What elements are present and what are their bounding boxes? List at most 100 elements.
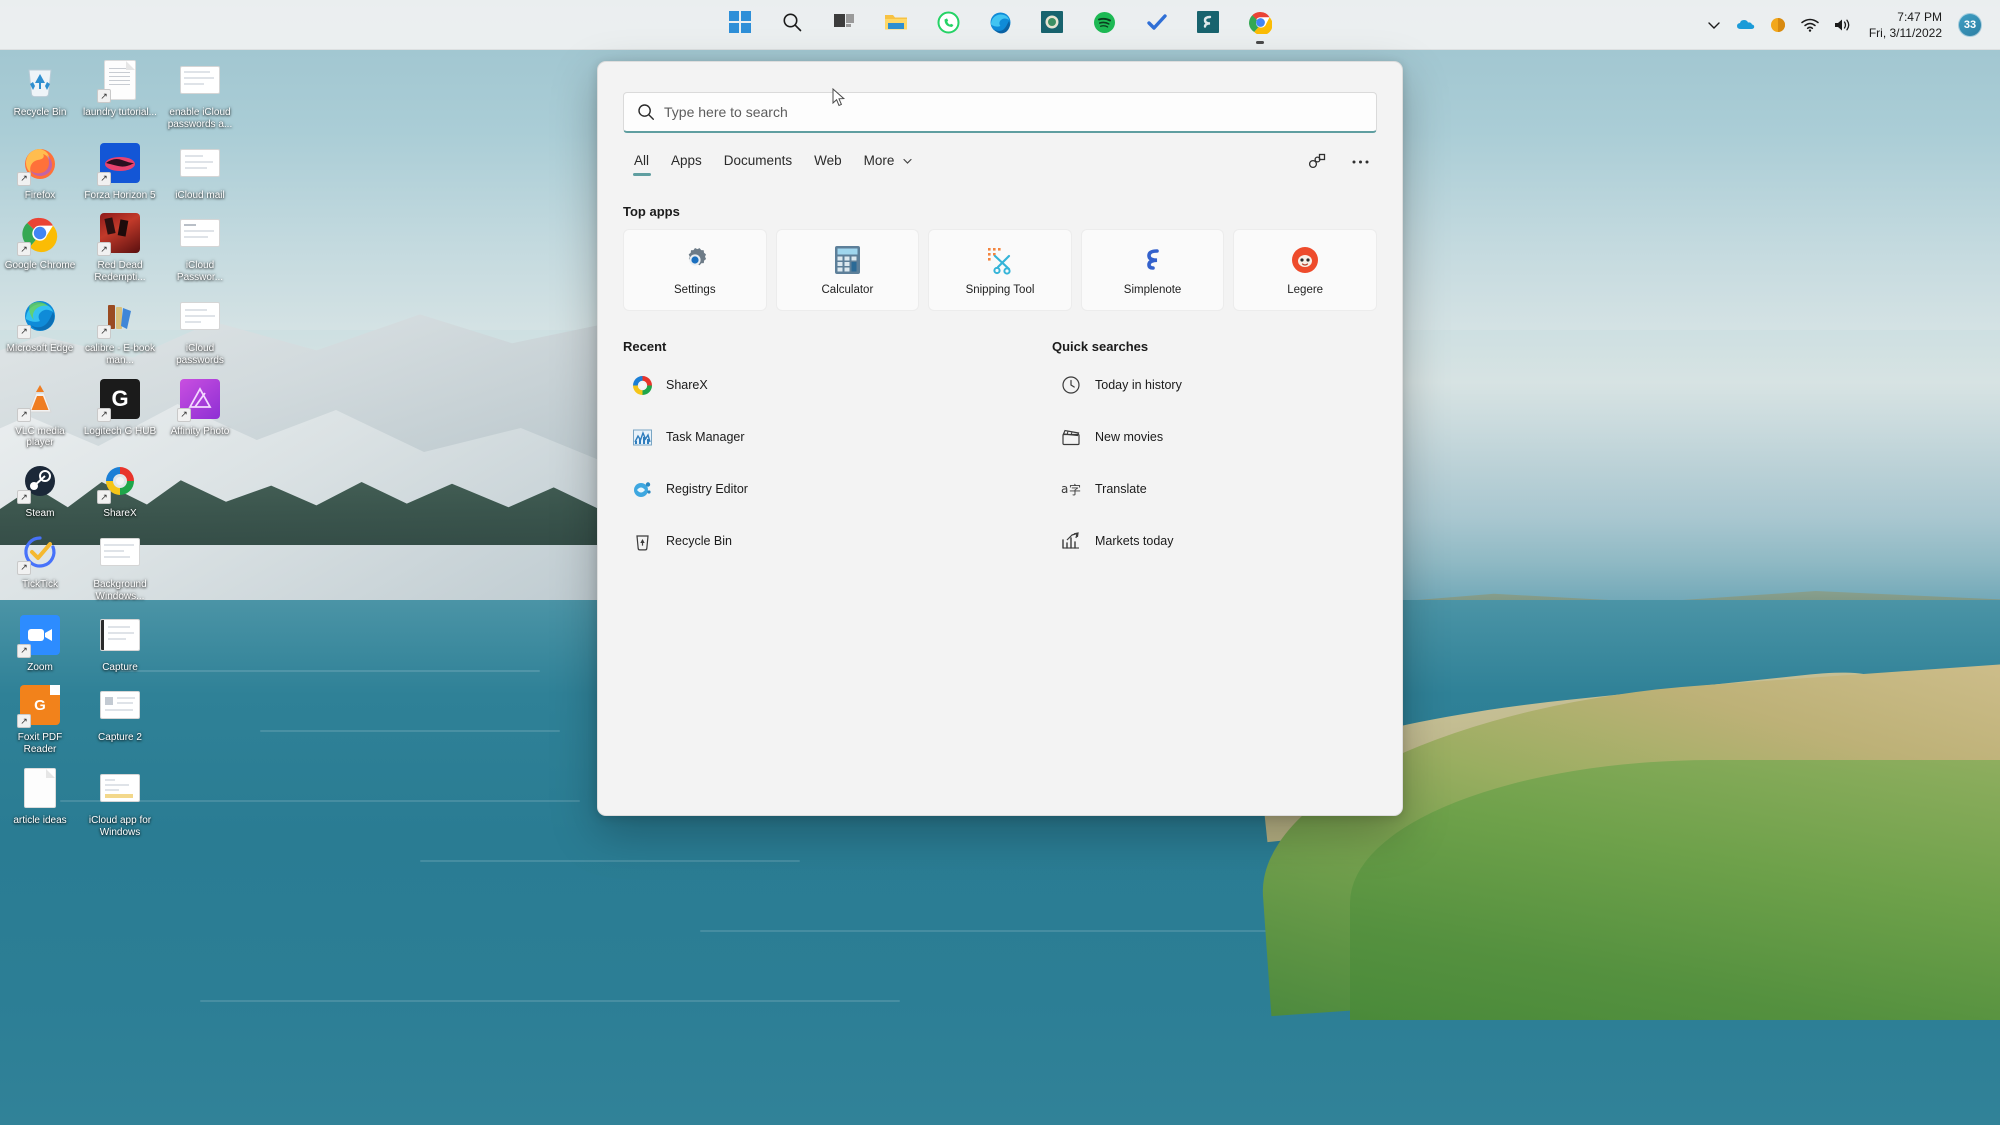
top-app-settings[interactable]: Settings: [623, 229, 767, 311]
tab-documents[interactable]: Documents: [713, 145, 803, 178]
foxit-pdf-icon: G ↗: [17, 683, 62, 729]
affinity-photo-icon: ↗: [177, 377, 222, 422]
desktop-icon-laundry-tutorial[interactable]: ↗ laundry tutorial...: [80, 52, 160, 135]
search-box[interactable]: [623, 92, 1377, 133]
desktop-icon-red-dead-redemption[interactable]: ↗ Red Dead Redempti...: [80, 205, 160, 288]
taskbar-chrome-button[interactable]: [1240, 5, 1280, 45]
taskbar-search-button[interactable]: [772, 5, 812, 45]
legere-icon: [1041, 11, 1063, 38]
recent-item-recycle-bin[interactable]: Recycle Bin: [623, 520, 1000, 562]
top-app-legere[interactable]: Legere: [1233, 229, 1377, 311]
firefox-icon: ↗: [17, 141, 62, 186]
desktop-icon-label: Zoom: [27, 661, 53, 673]
top-apps-grid: Settings Calculator Snipping Tool Simple…: [623, 229, 1377, 311]
taskbar-whatsapp-button[interactable]: [928, 5, 968, 45]
desktop-icon-label: Affinity Photo: [170, 425, 230, 437]
taskbar-file-explorer-button[interactable]: [876, 5, 916, 45]
taskbar-simplenote-button[interactable]: [1188, 5, 1228, 45]
more-options-icon[interactable]: [1345, 147, 1375, 177]
desktop-icon-capture[interactable]: Capture: [80, 607, 160, 678]
desktop-icon-icloud-passwords-1[interactable]: iCloud Passwor...: [160, 205, 240, 288]
taskbar-spotify-button[interactable]: [1084, 5, 1124, 45]
desktop-icon-icloud-app-for-windows[interactable]: iCloud app for Windows: [80, 760, 160, 843]
wifi-icon[interactable]: [1799, 14, 1821, 36]
desktop-icon-affinity-photo[interactable]: ↗ Affinity Photo: [160, 371, 240, 454]
taskbar-edge-button[interactable]: [980, 5, 1020, 45]
shortcut-arrow-icon: ↗: [17, 714, 31, 729]
tab-label: Apps: [671, 153, 702, 168]
taskbar-ticktick-button[interactable]: [1136, 5, 1176, 45]
desktop-icon-background-windows[interactable]: Background Windows...: [80, 524, 160, 607]
desktop-icon-forza-horizon-5[interactable]: ↗ Forza Horizon 5: [80, 135, 160, 206]
recent-item-task-manager[interactable]: Task Manager: [623, 416, 1000, 458]
desktop-icon-logitech-g-hub[interactable]: G ↗ Logitech G HUB: [80, 371, 160, 454]
desktop-icon-label: Foxit PDF Reader: [17, 732, 63, 756]
notification-badge[interactable]: 33: [1958, 13, 1982, 37]
top-apps-section: Top apps Settings Calculator Snipping To…: [598, 178, 1402, 311]
desktop-icon-label: Red Dead Redempti...: [94, 260, 146, 284]
desktop-icon-icloud-passwords-2[interactable]: iCloud passwords: [160, 288, 240, 371]
whatsapp-icon: [937, 11, 960, 39]
desktop-icon-label: Background Windows...: [93, 578, 147, 602]
top-app-snipping-tool[interactable]: Snipping Tool: [928, 229, 1072, 311]
svg-text:a: a: [1061, 482, 1068, 496]
quick-search-new-movies[interactable]: New movies: [1052, 416, 1377, 458]
quick-search-translate[interactable]: a 字 Translate: [1052, 468, 1377, 510]
account-icon[interactable]: [1301, 147, 1331, 177]
recent-title: Recent: [623, 339, 667, 354]
desktop-icon-calibre[interactable]: ↗ calibre - E-book man...: [80, 288, 160, 371]
search-filter-tabs: All Apps Documents Web More: [598, 133, 1402, 178]
taskbar-clock[interactable]: 7:47 PM Fri, 3/11/2022: [1863, 9, 1948, 41]
quick-search-markets-today[interactable]: Markets today: [1052, 520, 1377, 562]
desktop-icon-label: enable iCloud passwords a...: [167, 107, 233, 130]
desktop-icon-recycle-bin[interactable]: Recycle Bin: [0, 52, 80, 135]
desktop-icon-foxit-pdf-reader[interactable]: G ↗ Foxit PDF Reader: [0, 677, 80, 760]
top-app-calculator[interactable]: Calculator: [775, 229, 920, 311]
ticktick-icon: ↗: [17, 530, 62, 575]
search-input[interactable]: [656, 104, 1364, 120]
desktop-icon-icloud-mail[interactable]: iCloud mail: [160, 135, 240, 206]
desktop-icon-label: Steam: [25, 508, 55, 520]
desktop-icon-zoom[interactable]: ↗ Zoom: [0, 607, 80, 678]
screenshot-icon: [98, 766, 142, 810]
taskbar-legere-button[interactable]: [1032, 5, 1072, 45]
recent-item-registry-editor[interactable]: Registry Editor: [623, 468, 1000, 510]
top-app-label: Settings: [674, 284, 716, 296]
tab-apps[interactable]: Apps: [660, 145, 713, 178]
shortcut-arrow-icon: ↗: [97, 242, 111, 257]
desktop-icon-enable-icloud-passwords[interactable]: enable iCloud passwords a...: [160, 52, 240, 135]
desktop-icon-article-ideas[interactable]: article ideas: [0, 760, 80, 843]
tab-all[interactable]: All: [623, 145, 660, 178]
quick-search-label: Translate: [1095, 482, 1147, 496]
recent-item-label: Registry Editor: [666, 482, 748, 496]
battery-icon[interactable]: [1767, 14, 1789, 36]
quick-search-today-in-history[interactable]: Today in history: [1052, 364, 1377, 406]
tab-web[interactable]: Web: [803, 145, 853, 178]
steam-icon: ↗: [17, 459, 62, 505]
top-app-simplenote[interactable]: Simplenote: [1080, 229, 1225, 311]
desktop-icon-firefox[interactable]: ↗ Firefox: [0, 135, 80, 206]
translate-icon: a 字: [1060, 478, 1082, 500]
desktop-icon-steam[interactable]: ↗ Steam: [0, 453, 80, 524]
desktop-icon-microsoft-edge[interactable]: ↗ Microsoft Edge: [0, 288, 80, 371]
desktop-icon-row: ↗ Microsoft Edge ↗ calibre - E-book man.…: [0, 288, 250, 371]
recent-item-sharex[interactable]: ShareX: [623, 364, 1000, 406]
tab-more[interactable]: More: [853, 145, 924, 178]
show-hidden-icons-button[interactable]: [1703, 14, 1725, 36]
desktop-icon-label: calibre - E-book man...: [84, 342, 156, 366]
desktop-icon-capture-2[interactable]: Capture 2: [80, 677, 160, 760]
taskbar-start-button[interactable]: [720, 5, 760, 45]
onedrive-icon[interactable]: [1735, 14, 1757, 36]
taskbar-task-view-button[interactable]: [824, 5, 864, 45]
volume-icon[interactable]: [1831, 14, 1853, 36]
desktop-icon-google-chrome[interactable]: ↗ Google Chrome: [0, 205, 80, 288]
desktop-icon-sharex[interactable]: ↗ ShareX: [80, 453, 160, 524]
desktop-icon-label: iCloud Passwor...: [176, 260, 224, 284]
desktop-icon-label: Capture 2: [98, 732, 142, 744]
desktop-icon-ticktick[interactable]: ↗ TickTick: [0, 524, 80, 607]
screenshot-icon: [98, 530, 142, 574]
search-panel-actions: [1301, 147, 1377, 177]
desktop-icon-vlc[interactable]: ↗ VLC media player: [0, 371, 80, 454]
quick-searches-section: Quick searches Today in history New movi…: [1000, 339, 1377, 572]
recent-item-label: Task Manager: [666, 430, 745, 444]
